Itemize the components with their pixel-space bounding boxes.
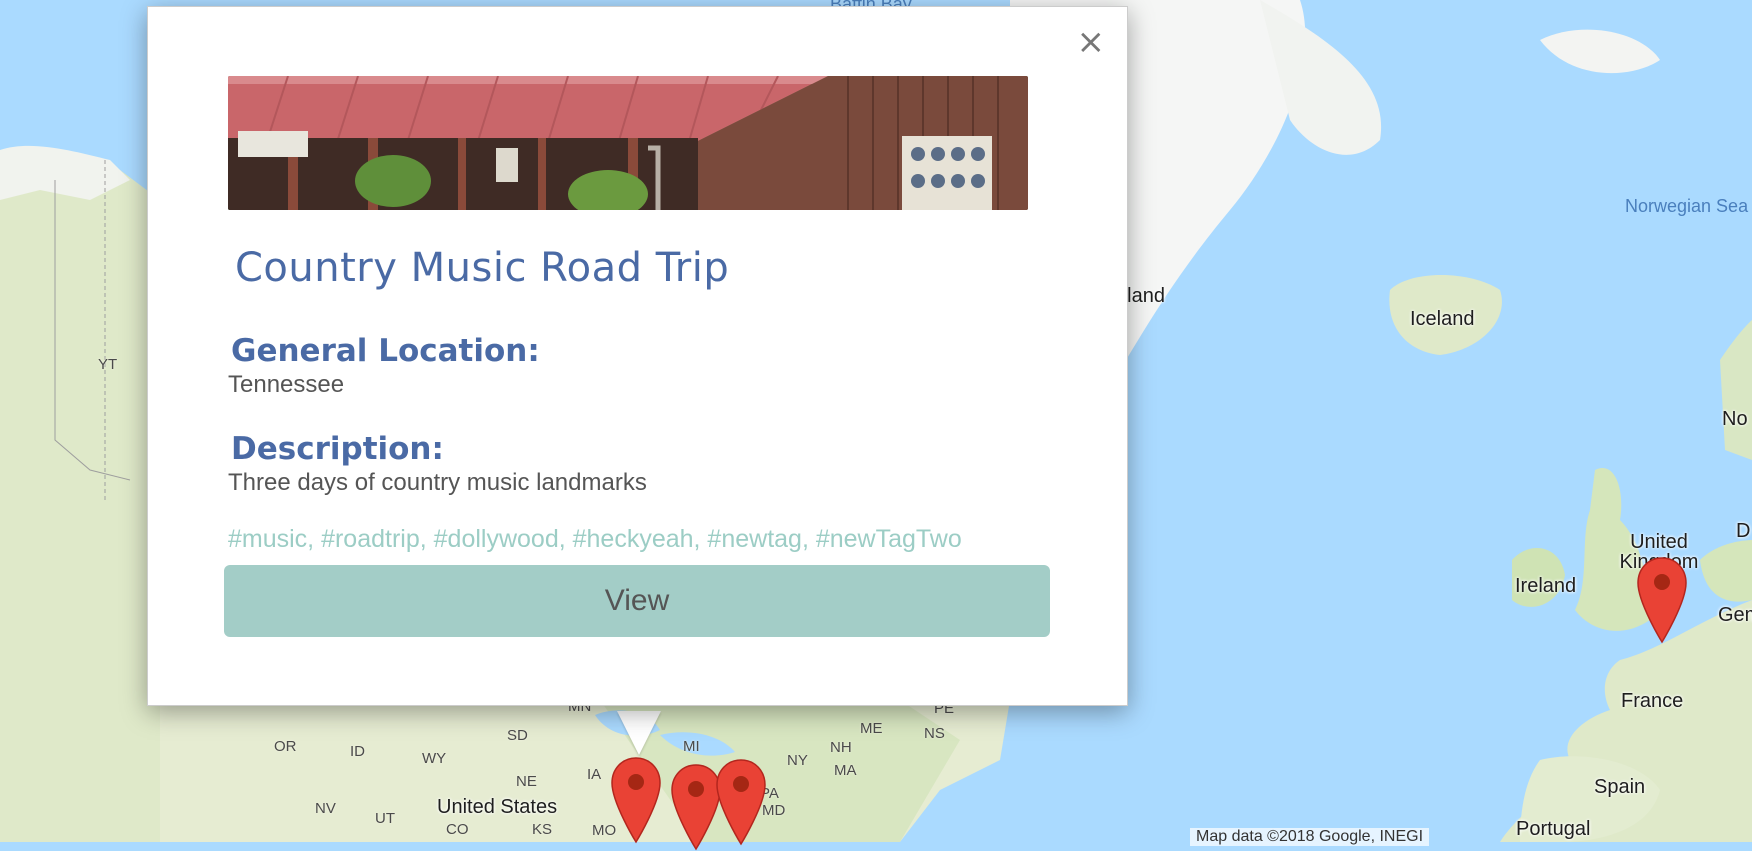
trip-title: Country Music Road Trip — [235, 245, 730, 291]
map-label-state: SD — [507, 727, 528, 744]
map-label-state: ME — [860, 720, 883, 737]
map-marker-pin[interactable] — [1636, 556, 1688, 644]
map-label-state: WY — [422, 750, 447, 767]
map-label-state: KS — [532, 821, 553, 838]
map-label-denmark: D — [1736, 520, 1751, 542]
map-label-state: MA — [834, 762, 857, 779]
map-label-germany: Gem — [1718, 604, 1752, 626]
trip-tags: #music, #roadtrip, #dollywood, #heckyeah… — [228, 525, 962, 553]
description-value: Three days of country music landmarks — [228, 469, 647, 496]
map-label-spain: Spain — [1594, 776, 1646, 798]
map-label-state: NH — [830, 739, 852, 756]
popup-tail — [617, 711, 661, 755]
map-label-state: MI — [683, 738, 700, 755]
map-marker-pin[interactable] — [610, 756, 662, 844]
map-label-yukon: YT — [98, 356, 118, 373]
map-label-state: ID — [350, 743, 365, 760]
map-label-france: France — [1621, 690, 1684, 712]
map-label-state: NE — [516, 773, 537, 790]
map-attribution: Map data ©2018 Google, INEGI — [1190, 828, 1430, 846]
map-label-state: OR — [274, 738, 297, 755]
view-button[interactable]: View — [224, 565, 1050, 637]
map-label-norway: No — [1722, 408, 1748, 430]
map-label-united-states: United States — [437, 796, 558, 818]
map-label-iceland: Iceland — [1410, 308, 1475, 330]
trip-info-window: × Country Music Road Trip General Locati… — [147, 6, 1128, 706]
map-label-ireland: Ireland — [1515, 575, 1577, 597]
map-label-norwegian-sea: Norwegian Sea — [1625, 196, 1749, 216]
general-location-label: General Location: — [231, 333, 540, 369]
map-label-portugal: Portugal — [1516, 818, 1591, 840]
map-label-state: NY — [787, 752, 808, 769]
trip-photo — [228, 76, 1028, 210]
north-america-land — [0, 150, 160, 842]
map-label-state: IA — [587, 766, 602, 783]
map-label-state: CO — [446, 821, 469, 838]
description-label: Description: — [231, 431, 444, 467]
map-label-state: NS — [924, 725, 945, 742]
close-icon[interactable]: × — [1077, 25, 1106, 59]
map-label-state: UT — [375, 810, 395, 827]
general-location-value: Tennessee — [228, 371, 345, 398]
map-marker-pin[interactable] — [715, 758, 767, 846]
map-label-state: NV — [315, 800, 336, 817]
